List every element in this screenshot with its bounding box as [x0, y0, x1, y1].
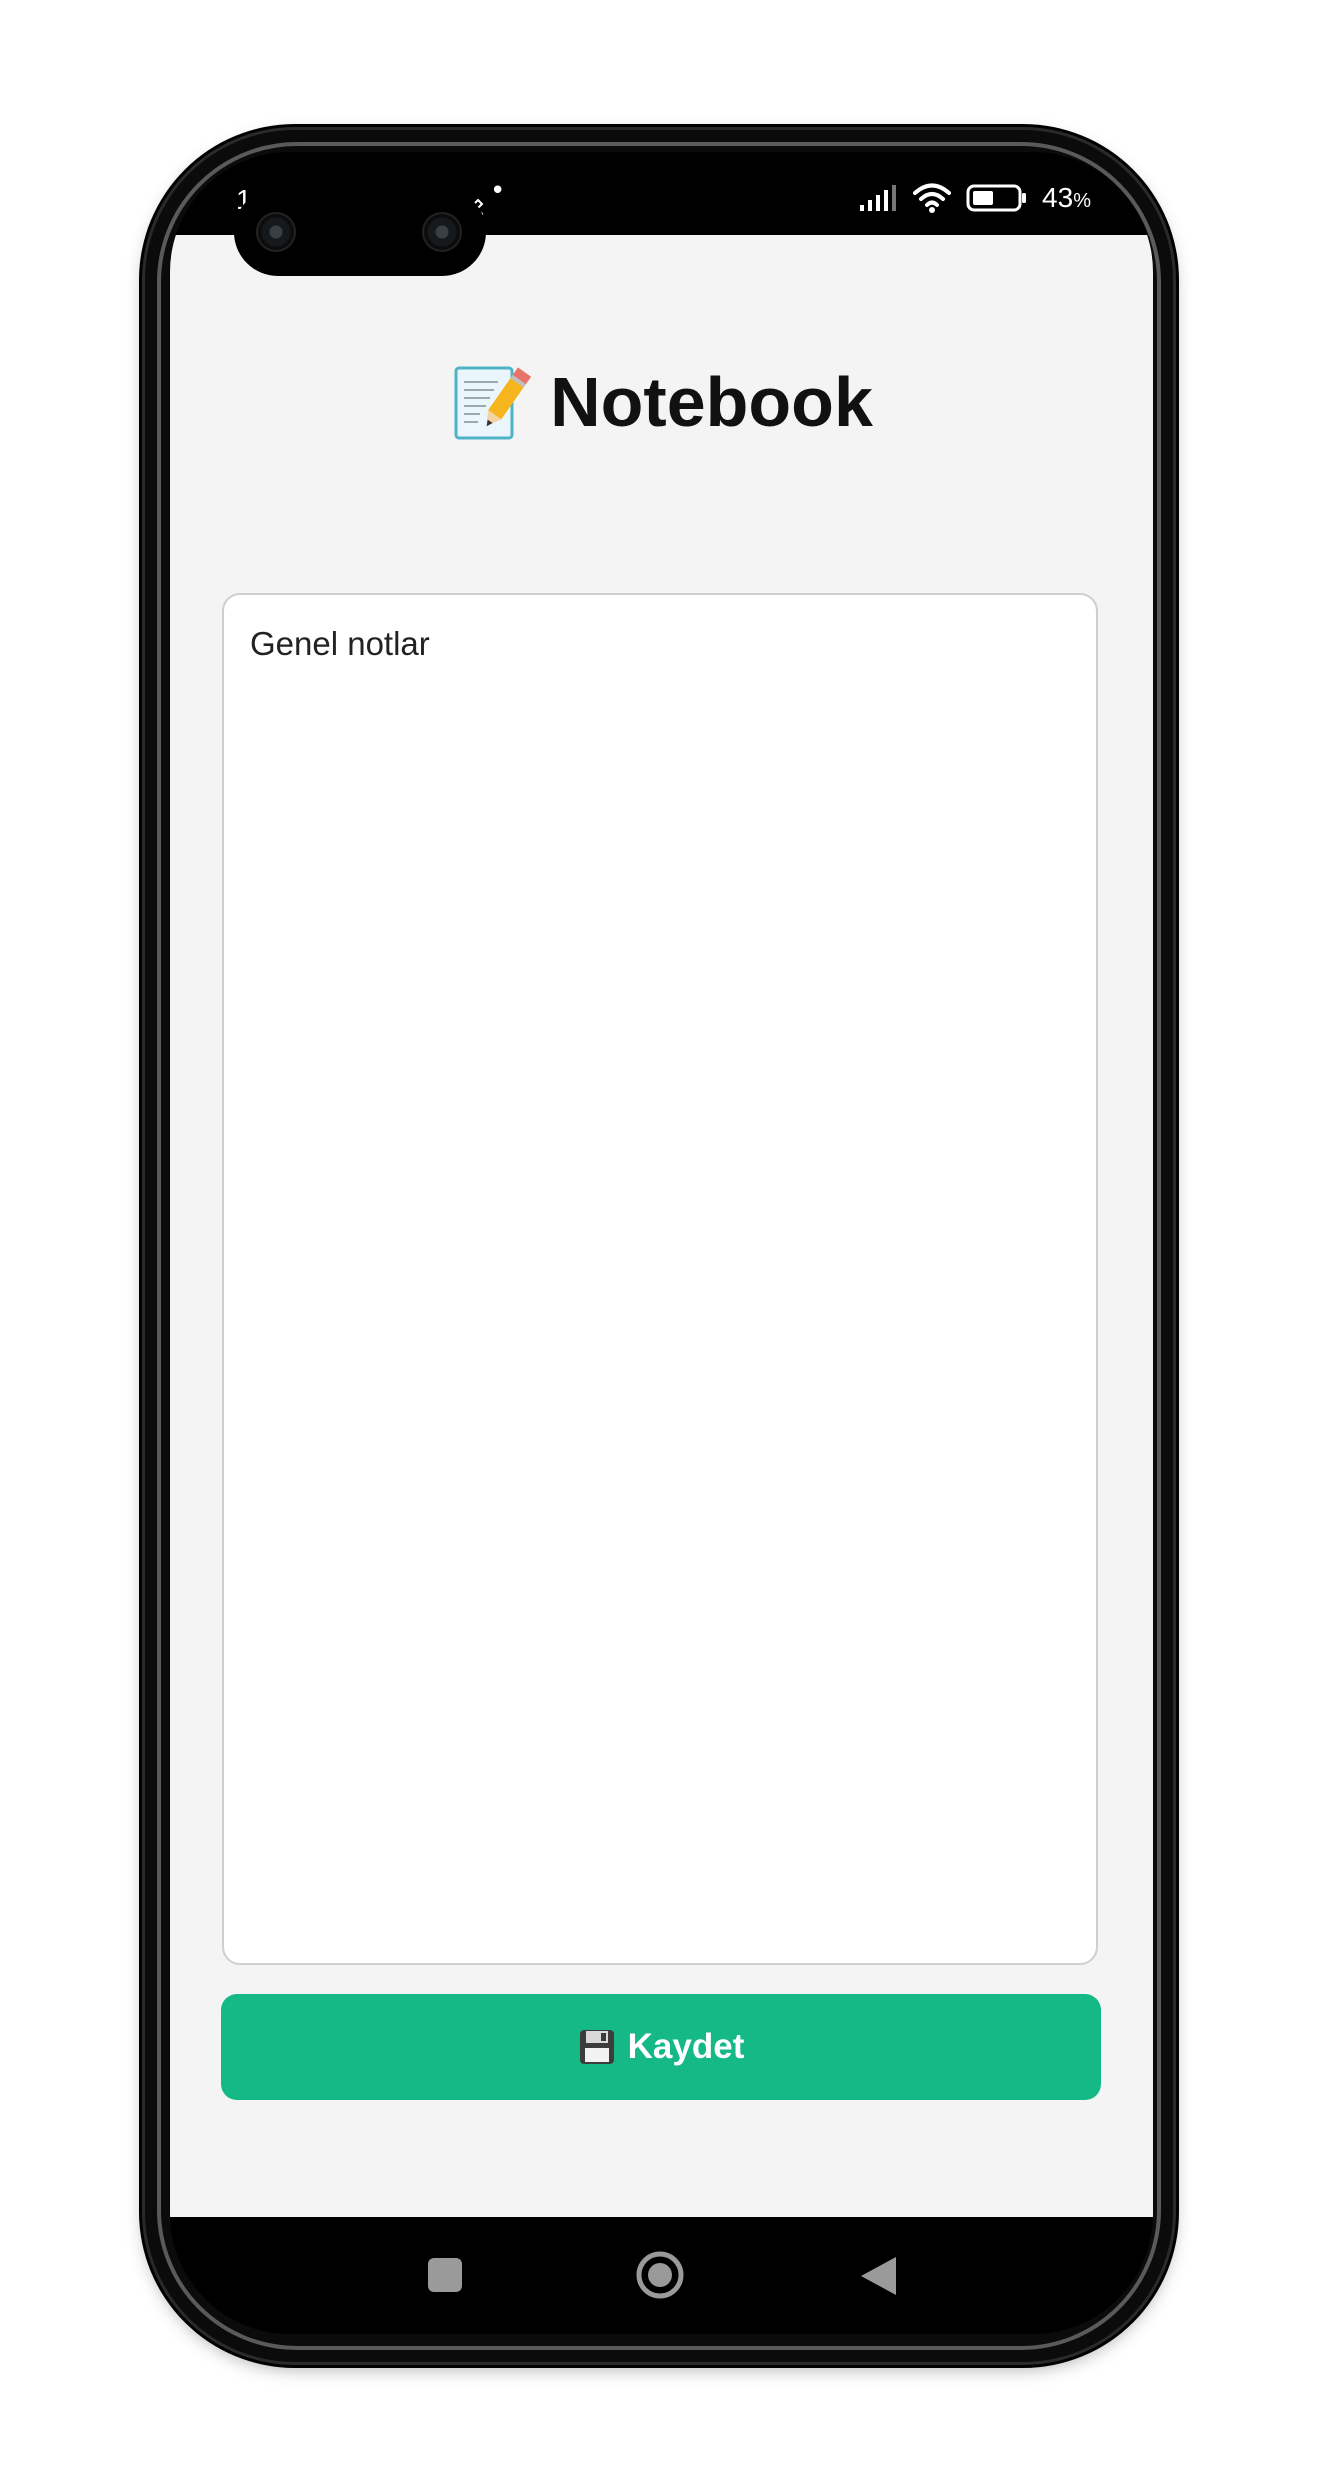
back-button[interactable] — [858, 2255, 898, 2297]
battery-percent-value: 43 — [1042, 182, 1074, 213]
page-title: Notebook — [170, 360, 1153, 444]
camera-lens-icon — [422, 212, 462, 252]
device-screenshot: 1 • 43% Notebook Genel notlar Kaydet — [0, 0, 1321, 2490]
camera-lens-icon — [256, 212, 296, 252]
battery-icon — [966, 184, 1027, 212]
front-camera-cutout — [234, 188, 486, 276]
system-nav-bar — [170, 2217, 1153, 2334]
app-title-text: Notebook — [550, 363, 873, 441]
memo-pencil-icon — [454, 366, 532, 440]
status-indicators: 43% — [858, 180, 1091, 216]
save-button-label: Kaydet — [627, 2027, 745, 2066]
notification-dot-icon: • — [490, 176, 506, 206]
phone-screen: 1 • 43% Notebook Genel notlar Kaydet — [170, 152, 1153, 2334]
notebook-app: Notebook Genel notlar Kaydet — [170, 235, 1153, 2217]
recents-button[interactable] — [428, 2258, 462, 2292]
battery-percent-sign: % — [1073, 190, 1091, 212]
home-button[interactable] — [635, 2250, 685, 2300]
note-textarea[interactable]: Genel notlar — [222, 593, 1098, 1965]
save-button[interactable]: Kaydet — [221, 1994, 1101, 2100]
battery-percent-text: 43% — [1042, 182, 1091, 214]
signal-icon — [860, 185, 897, 211]
wifi-icon — [913, 183, 952, 213]
floppy-disk-icon — [579, 2030, 614, 2064]
